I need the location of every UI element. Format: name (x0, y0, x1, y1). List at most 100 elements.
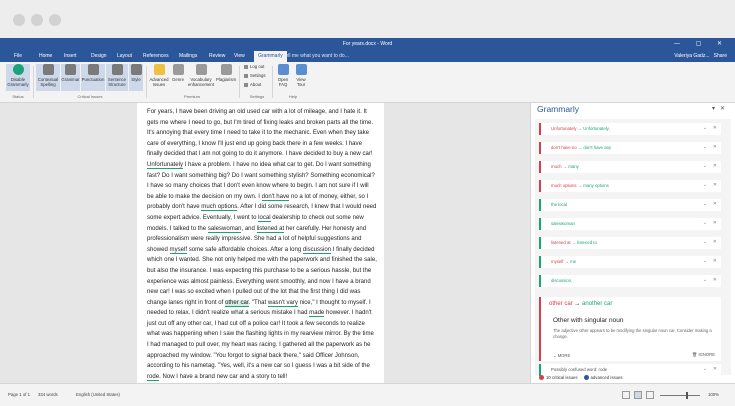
issue-summary[interactable]: 10 critical issues advanced issues (539, 375, 623, 381)
settings-button[interactable]: Settings (244, 73, 266, 78)
close-icon[interactable]: ✕ (713, 163, 717, 169)
arrow: → (577, 145, 583, 150)
zoom-window-dot[interactable] (49, 14, 61, 26)
style-button[interactable]: Style (129, 64, 143, 91)
chevron-down-icon[interactable]: ⌄ (703, 239, 707, 245)
tab-design[interactable]: Design (91, 53, 107, 59)
flagged-word[interactable]: other car (225, 299, 249, 307)
flagged-word[interactable]: listened at (256, 225, 285, 233)
close-icon[interactable]: ✕ (713, 201, 717, 207)
suggestion-card[interactable]: the local ⌄ ✕ (539, 199, 721, 211)
print-layout-icon[interactable] (634, 391, 642, 399)
tab-grammarly[interactable]: Grammarly (254, 51, 287, 62)
close-icon[interactable]: ✕ (713, 239, 717, 245)
about-button[interactable]: About (244, 82, 261, 87)
style-label: Style (131, 77, 141, 82)
flagged-word[interactable]: saleswoman (207, 225, 242, 233)
suggestion-card[interactable]: don't have no → don't have any ⌄ ✕ (539, 142, 721, 154)
flagged-word[interactable]: wasn't vary (267, 299, 298, 307)
tab-insert[interactable]: Insert (64, 53, 77, 59)
tab-home[interactable]: Home (39, 53, 52, 59)
suggestion-card[interactable]: discussion, ⌄ ✕ (539, 275, 721, 287)
group-status: Status (12, 94, 24, 99)
close-icon[interactable]: ✕ (713, 182, 717, 188)
plagiarism-button[interactable]: Plagiarism (216, 64, 236, 82)
tab-layout[interactable]: Layout (117, 53, 132, 59)
chevron-down-icon[interactable]: ⌄ (703, 277, 707, 283)
web-layout-icon[interactable] (646, 391, 654, 399)
close-icon[interactable]: ✕ (713, 144, 717, 150)
disable-grammarly-button[interactable]: Disable Grammarly (6, 64, 30, 91)
close-icon[interactable]: ✕ (713, 125, 717, 131)
tab-references[interactable]: References (143, 53, 169, 59)
word-count[interactable]: 334 words (38, 392, 58, 397)
tab-mailings[interactable]: Mailings (179, 53, 197, 59)
suggestion-card[interactable]: Unfortunately → Unfortunately, ⌄ ✕ (539, 123, 721, 135)
tour-icon (295, 64, 307, 75)
chevron-down-icon[interactable]: ⌄ (703, 163, 707, 169)
flagged-word[interactable]: local (258, 214, 271, 222)
flagged-word[interactable]: don't have (261, 193, 290, 201)
language[interactable]: English (United States) (76, 392, 120, 397)
suggestion-card[interactable]: much options → many options ⌄ ✕ (539, 180, 721, 192)
suggestion-card[interactable]: myself → me ⌄ ✕ (539, 256, 721, 268)
chevron-down-icon[interactable]: ⌄ (703, 144, 707, 150)
flagged-word[interactable]: made (309, 310, 325, 318)
close-icon[interactable]: ✕ (713, 258, 717, 264)
open-faq-button[interactable]: Open FAQ (276, 64, 290, 87)
flagged-word[interactable]: myself (169, 246, 188, 254)
group-premium: Premium (183, 94, 200, 99)
ignore-button[interactable]: 🗑 IGNORE (692, 352, 715, 358)
chevron-down-icon[interactable]: ⌄ (703, 182, 707, 188)
expanded-suggestion-card[interactable]: other car → another car Other with singu… (539, 297, 721, 361)
tell-me-search[interactable]: Tell me what you want to do... (283, 53, 349, 59)
logout-button[interactable]: Log out (244, 64, 264, 69)
suggestion-card[interactable]: much → many ⌄ ✕ (539, 161, 721, 173)
close-icon[interactable]: ✕ (713, 220, 717, 226)
vocabulary-button[interactable]: Vocabulary enhancement (187, 64, 215, 87)
zoom-slider[interactable] (660, 395, 700, 396)
page-count[interactable]: Page 1 of 1 (8, 392, 30, 397)
punctuation-button[interactable]: Punctuation (81, 64, 105, 91)
advanced-issues-button[interactable]: Advanced Issues (148, 64, 170, 87)
suggestion-from: don't have no (551, 145, 577, 150)
flagged-word[interactable]: much options (201, 204, 238, 212)
chevron-down-icon[interactable]: ⌄ (703, 125, 707, 131)
more-button[interactable]: ⌄ MORE (553, 353, 570, 358)
sentence-structure-button[interactable]: Sentence Structure (106, 64, 128, 91)
chevron-down-icon[interactable]: ⌄ (703, 258, 707, 264)
group-settings: Settings (249, 94, 265, 99)
window-controls[interactable]: — ▢ ✕ (674, 40, 729, 47)
document-text[interactable]: For years, I have been driving an old us… (147, 107, 377, 382)
group-critical: Critical Issues (77, 94, 103, 99)
chevron-down-icon[interactable]: ⌄ (703, 201, 707, 207)
zoom-knob[interactable] (686, 392, 688, 399)
read-mode-icon[interactable] (622, 391, 630, 399)
suggestion-card[interactable]: listened at → listened to ⌄ ✕ (539, 237, 721, 249)
sentence-label: Sentence Structure (107, 77, 127, 87)
close-icon[interactable]: ✕ (713, 366, 717, 372)
close-icon[interactable]: ✕ (713, 277, 717, 283)
expanded-suggestion[interactable]: other car → another car (549, 301, 612, 307)
user-account[interactable]: Valeriya Gadz... Share (674, 53, 727, 59)
tab-file[interactable]: File (14, 53, 22, 59)
tab-review[interactable]: Review (209, 53, 225, 59)
pane-controls[interactable]: ▾✕ (712, 105, 730, 112)
tab-view[interactable]: View (234, 53, 245, 59)
chevron-down-icon[interactable]: ⌄ (703, 366, 707, 372)
view-tour-button[interactable]: View Tour (294, 64, 308, 87)
genre-button[interactable]: Genre (171, 64, 185, 82)
contextual-spelling-button[interactable]: Contextual Spelling (36, 64, 60, 91)
grammar-button[interactable]: Grammar (61, 64, 80, 91)
flagged-word[interactable]: Unfortunately (147, 161, 183, 169)
minimize-window-dot[interactable] (31, 14, 43, 26)
share-button[interactable]: Share (714, 53, 727, 59)
flagged-word[interactable]: discussion (302, 246, 332, 254)
document-page[interactable]: For years, I have been driving an old us… (137, 103, 384, 383)
chevron-down-icon[interactable]: ⌄ (703, 220, 707, 226)
suggestion-card[interactable]: saleswoman ⌄ ✕ (539, 218, 721, 230)
close-window-dot[interactable] (13, 14, 25, 26)
document-area: For years, I have been driving an old us… (0, 103, 530, 383)
zoom-level[interactable]: 100% (708, 392, 719, 397)
flagged-word[interactable]: rode (147, 373, 160, 381)
